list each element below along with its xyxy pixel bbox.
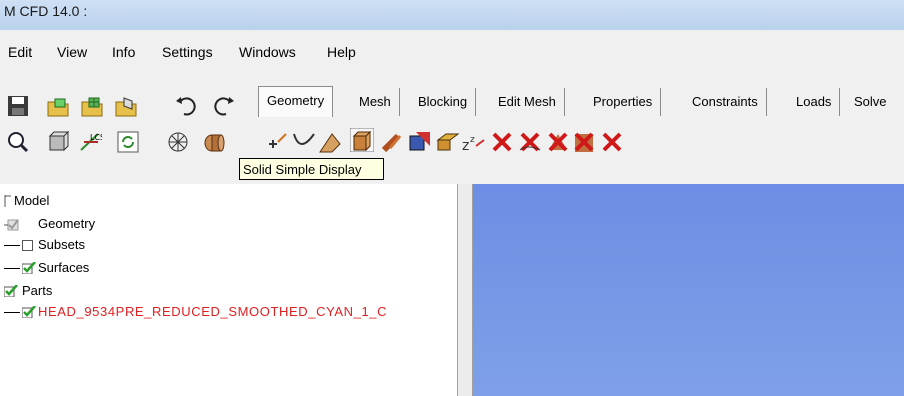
tree-label-parts: Parts bbox=[22, 283, 53, 298]
restore-dormant-icon[interactable]: zz bbox=[462, 130, 486, 154]
menu-help[interactable]: Help bbox=[327, 44, 356, 60]
geometry-toolbar: zz bbox=[266, 128, 866, 162]
tree-label-surfaces: Surfaces bbox=[38, 260, 90, 275]
repair-geometry-icon[interactable] bbox=[380, 130, 404, 154]
menu-bar: Edit View Info Settings Windows Help bbox=[0, 36, 904, 60]
checked-icon[interactable] bbox=[4, 285, 18, 297]
tooltip-text: Solid Simple Display bbox=[243, 162, 362, 177]
delete-surface-icon[interactable] bbox=[546, 130, 570, 154]
tree-connector bbox=[4, 312, 20, 313]
tooltip: Solid Simple Display bbox=[239, 158, 384, 180]
checked-icon[interactable] bbox=[22, 262, 36, 274]
tab-properties[interactable]: Properties bbox=[585, 88, 662, 116]
tree-branch-icon bbox=[4, 195, 11, 207]
tab-mesh[interactable]: Mesh bbox=[351, 88, 400, 116]
tab-blocking[interactable]: Blocking bbox=[410, 88, 477, 116]
graphics-viewport[interactable] bbox=[473, 184, 904, 396]
create-point-icon[interactable] bbox=[266, 130, 290, 154]
tree-connector bbox=[4, 245, 20, 246]
geometry-operations-icon[interactable] bbox=[408, 130, 432, 154]
unchecked-box-icon[interactable] bbox=[22, 240, 33, 251]
svg-text:LCS: LCS bbox=[90, 133, 102, 142]
create-curve-icon[interactable] bbox=[292, 130, 316, 154]
svg-text:z: z bbox=[462, 138, 469, 154]
main-toolbar-top bbox=[0, 88, 254, 122]
tree-label-subsets: Subsets bbox=[38, 237, 85, 252]
menu-windows[interactable]: Windows bbox=[239, 44, 296, 60]
menu-view[interactable]: View bbox=[57, 44, 87, 60]
lcs-icon[interactable]: LCS bbox=[78, 130, 102, 154]
title-bar: M CFD 14.0 : bbox=[0, 0, 904, 30]
delete-point-icon[interactable] bbox=[490, 130, 514, 154]
tree-connector bbox=[4, 268, 20, 269]
main-toolbar-bottom: LCS bbox=[0, 126, 254, 160]
menu-info[interactable]: Info bbox=[112, 44, 135, 60]
open-blocking-icon[interactable] bbox=[114, 94, 138, 118]
open-mesh-icon[interactable] bbox=[80, 94, 104, 118]
menu-edit[interactable]: Edit bbox=[8, 44, 32, 60]
window-title: M CFD 14.0 : bbox=[4, 3, 88, 19]
open-geometry-icon[interactable] bbox=[46, 94, 70, 118]
delete-body-icon[interactable] bbox=[572, 130, 596, 154]
tree-label-model: Model bbox=[14, 193, 50, 208]
tab-edit-mesh[interactable]: Edit Mesh bbox=[490, 88, 565, 116]
tab-solve[interactable]: Solve bbox=[846, 88, 895, 116]
partial-check-icon[interactable] bbox=[4, 217, 22, 231]
tree-label-part-name: HEAD_9534PRE_REDUCED_SMOOTHED_CYAN_1_C bbox=[38, 304, 388, 319]
panel-splitter[interactable] bbox=[457, 184, 473, 396]
tab-constraints[interactable]: Constraints bbox=[684, 88, 767, 116]
menu-settings[interactable]: Settings bbox=[162, 44, 213, 60]
checked-icon[interactable] bbox=[22, 306, 36, 318]
tree-label-geometry: Geometry bbox=[38, 216, 96, 231]
svg-text:z: z bbox=[470, 135, 475, 145]
tab-geometry[interactable]: Geometry bbox=[258, 86, 334, 117]
model-tree-panel: Model Geometry Subsets Surfaces Parts HE… bbox=[0, 184, 458, 396]
redo-icon[interactable] bbox=[212, 94, 236, 118]
tab-bar: Geometry Mesh Blocking Edit Mesh Propert… bbox=[254, 86, 904, 122]
wireframe-icon[interactable] bbox=[166, 130, 190, 154]
refresh-icon[interactable] bbox=[116, 130, 140, 154]
delete-curve-icon[interactable] bbox=[518, 130, 542, 154]
fit-window-icon[interactable] bbox=[6, 130, 30, 154]
create-body-icon[interactable] bbox=[350, 128, 374, 152]
solid-display-icon[interactable] bbox=[202, 130, 226, 154]
undo-icon[interactable] bbox=[174, 94, 198, 118]
tab-loads[interactable]: Loads bbox=[788, 88, 841, 116]
measure-icon[interactable] bbox=[46, 130, 70, 154]
create-surface-icon[interactable] bbox=[318, 130, 342, 154]
transform-geometry-icon[interactable] bbox=[436, 130, 460, 154]
delete-any-entity-icon[interactable] bbox=[600, 130, 624, 154]
save-icon[interactable] bbox=[6, 94, 30, 118]
